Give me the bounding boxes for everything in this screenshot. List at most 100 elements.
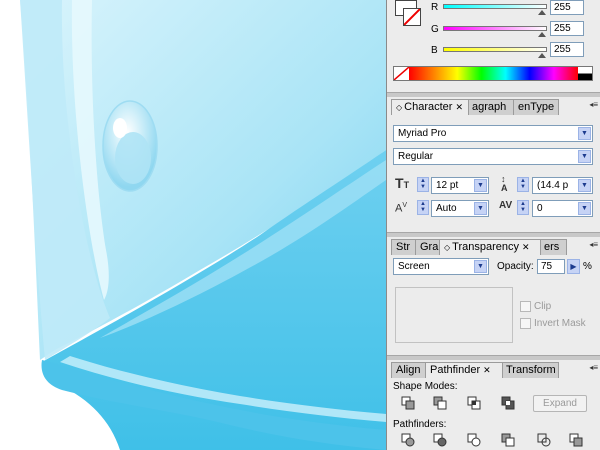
tracking-value: 0 (537, 203, 543, 214)
tab-label: Character (404, 101, 453, 113)
none-slash-icon (394, 67, 409, 80)
slider-thumb[interactable] (538, 53, 546, 58)
tab-transparency[interactable]: ◇ Transparency ✕ (439, 239, 541, 255)
opacity-slider-toggle[interactable]: ▶ (567, 259, 580, 274)
tab-layers[interactable]: ers (539, 239, 567, 255)
transparency-panel: Str Gra ◇ Transparency ✕ ers ◂≡ Screen ▼ O… (387, 237, 600, 355)
tab-stroke[interactable]: Str (391, 239, 417, 255)
tab-align[interactable]: Align (391, 362, 427, 378)
thumbnail-preview (395, 287, 513, 343)
font-size-stepper[interactable]: ▲ ▼ (417, 177, 429, 192)
kerning-value: Auto (436, 203, 457, 214)
tab-label: Gra (420, 241, 439, 253)
tab-label: Str (396, 241, 411, 253)
leading-select[interactable]: (14.4 p ▼ (532, 177, 593, 194)
opacity-input[interactable]: 75 (537, 259, 565, 274)
merge-icon[interactable] (467, 433, 481, 447)
close-icon[interactable]: ✕ (455, 102, 463, 112)
channel-label: G (431, 24, 439, 35)
tab-label: Transform (506, 364, 556, 376)
panel-options-icon: ◇ (444, 243, 451, 252)
panel-options-icon: ◇ (396, 103, 403, 112)
shape-modes-label: Shape Modes: (393, 381, 458, 392)
channel-value-input[interactable]: 255 (550, 42, 584, 57)
opacity-unit: % (583, 261, 592, 272)
pathfinder-panel: Align Pathfinder ✕ Transform ◂≡ Shape Mod… (387, 360, 600, 450)
font-family-value: Myriad Pro (398, 128, 447, 139)
kerning-select[interactable]: Auto ▼ (431, 200, 489, 217)
tab-paragraph[interactable]: agraph (467, 99, 515, 115)
tab-label: agraph (472, 101, 507, 113)
kerning-stepper[interactable]: ▲ ▼ (417, 200, 429, 215)
minus-back-icon[interactable] (569, 433, 583, 447)
outline-icon[interactable] (537, 433, 551, 447)
font-size-value: 12 pt (436, 180, 459, 191)
panels-dock: R 255 G 255 B 255 ◇ Character ✕ agraph e… (386, 0, 600, 450)
clip-checkbox[interactable] (520, 301, 531, 312)
tab-character[interactable]: ◇ Character ✕ (391, 99, 469, 115)
expand-label: Expand (543, 398, 577, 409)
artboard-canvas[interactable] (0, 0, 386, 450)
divide-icon[interactable] (401, 433, 415, 447)
close-icon[interactable]: ✕ (522, 242, 530, 252)
tab-label: Transparency (452, 241, 519, 253)
channel-slider-track[interactable] (443, 47, 547, 52)
blend-mode-value: Screen (398, 261, 430, 272)
blend-mode-select[interactable]: Screen ▼ (393, 258, 489, 275)
chevron-down-icon[interactable]: ▼ (578, 179, 591, 192)
minus-front-icon[interactable] (433, 396, 447, 410)
channel-slider-track[interactable] (443, 26, 547, 31)
none-color-swatch[interactable] (394, 67, 409, 80)
character-panel: ◇ Character ✕ agraph enType ◂≡ Myriad Pro … (387, 97, 600, 232)
tab-transform[interactable]: Transform (501, 362, 559, 378)
slider-thumb[interactable] (538, 10, 546, 15)
tab-label: enType (518, 101, 555, 113)
color-spectrum-bar[interactable] (393, 66, 593, 81)
panel-menu-icon[interactable]: ◂≡ (589, 100, 598, 109)
leading-stepper[interactable]: ▲ ▼ (517, 177, 529, 192)
pathfinders-label: Pathfinders: (393, 419, 447, 430)
font-family-select[interactable]: Myriad Pro ▼ (393, 125, 593, 142)
chevron-down-icon[interactable]: ▼ (474, 202, 487, 215)
chevron-down-icon[interactable]: ▼ (474, 179, 487, 192)
close-icon[interactable]: ✕ (483, 365, 491, 375)
panel-menu-icon[interactable]: ◂≡ (589, 240, 598, 249)
font-size-icon: TT (395, 175, 410, 191)
tab-gradient[interactable]: Gra (415, 239, 441, 255)
chevron-down-icon[interactable]: ▼ (578, 127, 591, 140)
tracking-select[interactable]: 0 ▼ (532, 200, 593, 217)
crop-icon[interactable] (501, 433, 515, 447)
channel-value-input[interactable]: 255 (550, 0, 584, 15)
tab-label: ers (544, 241, 560, 253)
chevron-down-icon[interactable]: ▼ (578, 202, 591, 215)
trim-icon[interactable] (433, 433, 447, 447)
slider-thumb[interactable] (538, 32, 546, 37)
leading-value: (14.4 p (537, 180, 569, 191)
exclude-icon[interactable] (501, 396, 515, 410)
invert-mask-checkbox[interactable] (520, 318, 531, 329)
chevron-down-icon[interactable]: ▼ (474, 260, 487, 273)
tracking-icon: AV (499, 200, 513, 211)
opacity-label: Opacity: (497, 261, 534, 272)
channel-label: B (431, 45, 438, 56)
panel-menu-icon[interactable]: ◂≡ (589, 363, 598, 372)
water-droplet-inner (115, 132, 151, 184)
font-size-select[interactable]: 12 pt ▼ (431, 177, 489, 194)
white-black-swatch[interactable] (578, 67, 592, 80)
channel-value-input[interactable]: 255 (550, 21, 584, 36)
stroke-swatch[interactable] (403, 8, 421, 26)
color-panel: R 255 G 255 B 255 (387, 0, 600, 92)
chevron-down-icon[interactable]: ▼ (578, 150, 591, 163)
tab-pathfinder[interactable]: Pathfinder ✕ (425, 362, 503, 378)
tracking-stepper[interactable]: ▲ ▼ (517, 200, 529, 215)
spectrum-gradient[interactable] (409, 67, 578, 80)
intersect-icon[interactable] (467, 396, 481, 410)
leading-icon: ↕ A (501, 174, 508, 193)
kerning-icon: AV (395, 202, 408, 215)
expand-button[interactable]: Expand (533, 395, 587, 412)
tab-opentype[interactable]: enType (513, 99, 559, 115)
none-slash-icon (404, 9, 420, 25)
font-style-select[interactable]: Regular ▼ (393, 148, 593, 165)
channel-slider-track[interactable] (443, 4, 547, 9)
unite-shape-icon[interactable] (401, 396, 415, 410)
